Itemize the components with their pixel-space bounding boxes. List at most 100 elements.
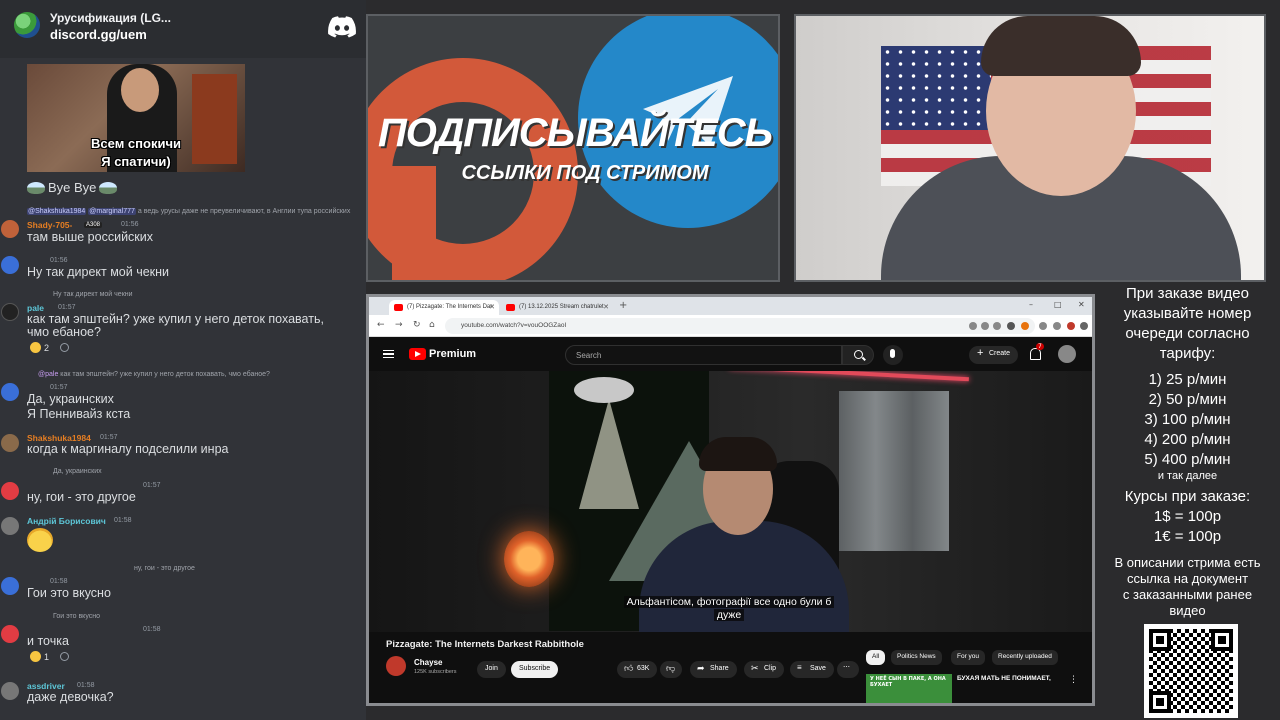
tariff-item: 3) 100 р/мин <box>1144 411 1231 428</box>
discord-header: Урусификация (LG... discord.gg/uem <box>0 0 366 58</box>
youtube-favicon-icon <box>506 304 515 311</box>
share-icon: ➦ <box>697 663 705 673</box>
sidebar-icon[interactable] <box>1053 322 1061 330</box>
save-playlist-icon: ≡ <box>797 663 802 672</box>
browser-tab[interactable]: (7) 13.12.2025 Stream chatrulet ✕ <box>501 300 613 315</box>
recommended-video-thumbnail[interactable]: У НЕЁ СЫН В ПАКЕ, А ОНА БУХАЕТ <box>866 674 952 703</box>
subscribe-banner: ПОДПИСЫВАЙТЕСЬ ССЫЛКИ ПОД СТРИМОМ <box>366 14 780 282</box>
channel-name[interactable]: Chayse <box>414 658 442 667</box>
reply-preview: Гои это вкусно <box>53 613 100 620</box>
thumbnail-caption-2: Я спатичи) <box>101 154 171 169</box>
avatar[interactable] <box>1 303 19 321</box>
crying-laugh-emoji-icon <box>27 528 53 552</box>
video-player[interactable]: Альфантісом, фотографії все одно були б … <box>369 371 1092 632</box>
avatar[interactable] <box>1 577 19 595</box>
browser-menu-icon[interactable] <box>1080 322 1088 330</box>
extension-icon[interactable] <box>1007 322 1015 330</box>
qr-code <box>1144 624 1238 718</box>
avatar[interactable] <box>1 517 19 535</box>
join-button[interactable]: Join <box>477 661 506 678</box>
avatar[interactable] <box>1 625 19 643</box>
close-window-icon[interactable]: ✕ <box>1078 300 1085 309</box>
voice-search-icon[interactable] <box>883 345 903 365</box>
new-tab-icon[interactable]: + <box>619 300 627 311</box>
message-time: 01:56 <box>121 221 139 228</box>
save-button[interactable]: ≡ Save <box>790 661 834 678</box>
chip-all[interactable]: All <box>866 650 886 665</box>
subscribe-button[interactable]: Subscribe <box>511 661 559 678</box>
search-button[interactable] <box>842 345 874 365</box>
channel-subscribers: 125K subscribers <box>414 669 457 675</box>
avatar[interactable] <box>1 220 19 238</box>
browser-toolbar: ← → ↻ ⌂ youtube.com/watch?v=vouOOGZaoI <box>369 315 1092 337</box>
thumbs-up-icon: 👍︎ <box>624 663 634 673</box>
reaction[interactable]: 1 <box>30 651 70 662</box>
channel-avatar[interactable] <box>386 656 406 676</box>
video-subtitles: Альфантісом, фотографії все одно були б … <box>519 596 939 622</box>
message-time: 01:57 <box>143 482 161 489</box>
message-text: там выше российских <box>27 230 154 244</box>
username[interactable]: Shady-705- <box>27 220 72 230</box>
discord-chat-panel: Урусификация (LG... discord.gg/uem Всем … <box>0 0 366 720</box>
message-time: 01:58 <box>77 682 95 689</box>
tariff-item: 1) 25 р/мин <box>1148 371 1227 388</box>
url-bar[interactable]: youtube.com/watch?v=vouOOGZaoI <box>445 318 1035 334</box>
reaction[interactable]: 2 <box>30 342 70 353</box>
reload-icon[interactable]: ↻ <box>413 320 421 330</box>
more-options-icon[interactable]: ⋮ <box>1069 675 1078 685</box>
chat-video-thumbnail[interactable]: Всем спокичи Я спатичи) <box>27 64 245 172</box>
zoom-icon[interactable] <box>969 322 977 330</box>
downloads-icon[interactable] <box>1039 322 1047 330</box>
youtube-favicon-icon <box>394 304 403 311</box>
info-line: указывайте номер <box>1123 305 1252 322</box>
dislike-button[interactable]: 👎︎ <box>660 661 682 678</box>
maximize-icon[interactable]: □ <box>1054 300 1062 309</box>
chip-for-you[interactable]: For you <box>951 650 986 665</box>
avatar[interactable] <box>1 383 19 401</box>
youtube-logo-icon[interactable] <box>409 348 426 360</box>
youtube-premium-label[interactable]: Premium <box>429 348 476 360</box>
description-note: В описании стрима есть <box>1114 555 1261 570</box>
share-button[interactable]: ➦ Share <box>690 661 737 678</box>
bookmark-star-icon[interactable] <box>993 322 1001 330</box>
reply-preview: @Shakshuka1984 @marginal777 а ведь урусы… <box>27 208 351 215</box>
back-icon[interactable]: ← <box>377 320 385 330</box>
extension-icon[interactable] <box>1021 322 1029 330</box>
reply-preview: @pale как там эпштейн? уже купил у него … <box>38 371 270 378</box>
video-title: Pizzagate: The Internets Darkest Rabbith… <box>386 639 584 650</box>
browser-tab-active[interactable]: (7) Pizzagate: The Internets Dar ✕ <box>389 300 499 315</box>
search-icon <box>854 350 863 359</box>
add-reaction-icon <box>60 343 70 352</box>
forward-icon[interactable]: → <box>395 320 403 330</box>
avatar[interactable] <box>1 482 19 500</box>
message-time: 01:58 <box>143 626 161 633</box>
menu-icon[interactable] <box>383 350 394 358</box>
reply-preview: Да, украинских <box>53 468 102 475</box>
cast-icon[interactable] <box>981 322 989 330</box>
minimize-icon[interactable]: – <box>1029 300 1033 309</box>
account-avatar[interactable] <box>1058 345 1076 363</box>
search-input[interactable]: Search <box>565 345 842 365</box>
bye-message: Bye Bye <box>27 180 118 195</box>
clip-button[interactable]: ✂ Clip <box>744 661 785 678</box>
create-button[interactable]: + Create <box>969 346 1019 364</box>
laugh-emoji-icon <box>30 342 41 353</box>
chip-politics-news[interactable]: Politics News <box>891 650 942 665</box>
avatar[interactable] <box>1 434 19 452</box>
chip-recently-uploaded[interactable]: Recently uploaded <box>992 650 1058 665</box>
course-rate: 1$ = 100р <box>1153 508 1222 525</box>
more-actions-icon[interactable]: ⋯ <box>837 661 859 678</box>
recommended-video-title[interactable]: БУХАЯ МАТЬ НЕ ПОНИМАЕТ, <box>957 675 1051 682</box>
user-badge: A308 <box>84 222 103 228</box>
profile-icon[interactable] <box>1067 322 1075 330</box>
banner-title: ПОДПИСЫВАЙТЕСЬ <box>377 111 773 155</box>
info-line: очереди согласно <box>1125 325 1250 342</box>
avatar[interactable] <box>1 682 19 700</box>
avatar[interactable] <box>1 256 19 274</box>
tariff-item: 5) 400 р/мин <box>1144 451 1231 468</box>
home-icon[interactable]: ⌂ <box>429 320 435 330</box>
like-button[interactable]: 👍︎ 63K <box>617 661 658 678</box>
invite-link[interactable]: discord.gg/uem <box>50 27 147 42</box>
description-note: с заказанными ранее <box>1122 587 1253 602</box>
username[interactable]: Андрій Борисович <box>27 516 106 526</box>
